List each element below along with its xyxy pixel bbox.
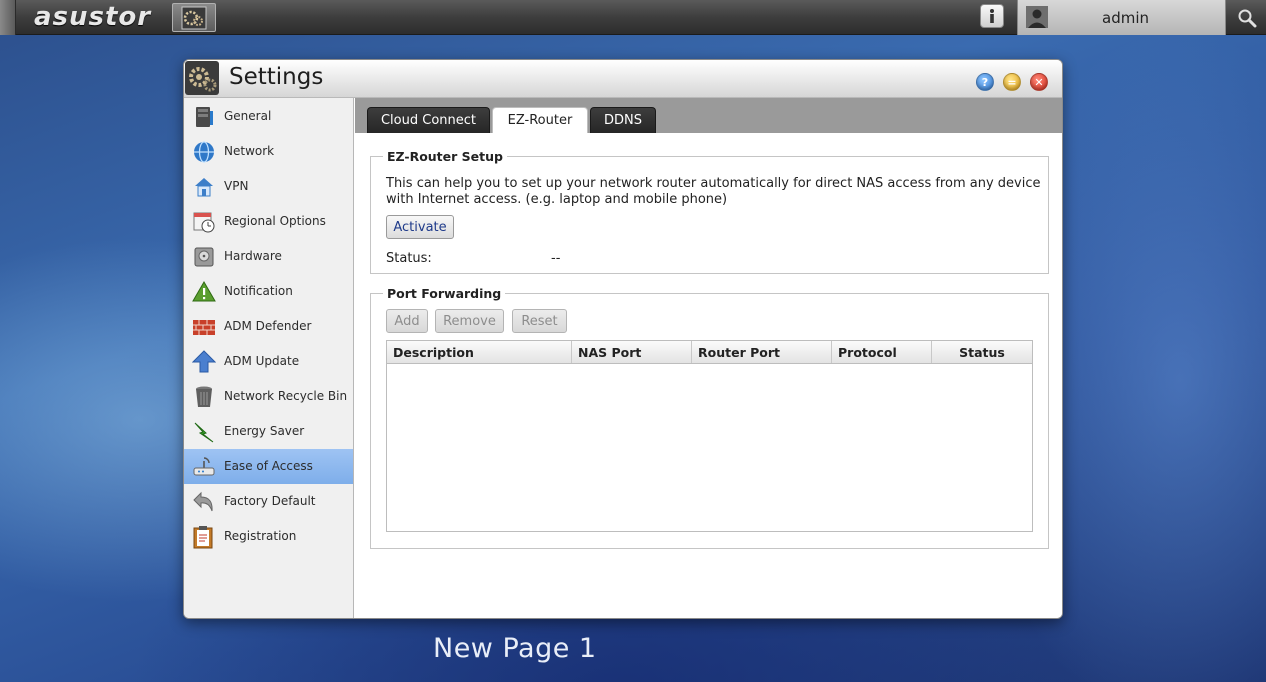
server-icon [196, 107, 213, 127]
sidebar-item-regional-options[interactable]: Regional Options [184, 204, 353, 239]
tab-cloud-connect[interactable]: Cloud Connect [367, 107, 490, 133]
taskbar: asustor admin [0, 0, 1266, 35]
sidebar-item-network[interactable]: Network [184, 134, 353, 169]
sidebar-item-label: Network [224, 144, 275, 158]
sidebar-item-energy-saver[interactable]: Energy Saver [184, 414, 353, 449]
table-header: Description NAS Port Router Port Protoco… [387, 341, 1032, 364]
globe-icon [194, 141, 214, 163]
sidebar-item-label: Notification [224, 284, 293, 298]
activate-button-label: Activate [393, 219, 447, 235]
user-avatar-icon [1024, 4, 1050, 30]
tab-ez-router[interactable]: EZ-Router [492, 107, 588, 133]
port-forwarding-legend: Port Forwarding [383, 286, 506, 301]
minimize-button[interactable]: = [1003, 73, 1021, 91]
calendar-clock-icon [193, 212, 215, 233]
desktop-page-label: New Page 1 [433, 633, 597, 664]
sidebar-item-label: Network Recycle Bin [224, 389, 348, 403]
tab-label: EZ-Router [507, 113, 573, 128]
question-icon: ? [981, 75, 989, 89]
ez-router-setup-legend: EZ-Router Setup [383, 149, 507, 164]
harddisk-icon [194, 247, 214, 267]
port-forwarding-table: Description NAS Port Router Port Protoco… [386, 340, 1033, 532]
sidebar-item-ease-of-access[interactable]: Ease of Access [184, 449, 353, 484]
undo-icon [193, 491, 213, 512]
ez-router-description: This can help you to set up your network… [386, 176, 1041, 207]
tab-ddns[interactable]: DDNS [590, 107, 656, 133]
sidebar-item-label: Energy Saver [224, 424, 305, 438]
vpn-house-icon [195, 178, 213, 197]
minimize-icon: = [1007, 75, 1017, 89]
sidebar-item-adm-defender[interactable]: ADM Defender [184, 309, 353, 344]
clipboard-icon [193, 526, 213, 549]
sidebar-item-vpn[interactable]: VPN [184, 169, 353, 204]
sidebar-item-label: Ease of Access [224, 459, 313, 473]
sidebar-item-notification[interactable]: Notification [184, 274, 353, 309]
username-label: admin [1102, 9, 1149, 27]
sidebar-item-registration[interactable]: Registration [184, 519, 353, 554]
column-header-label: Description [393, 344, 474, 360]
sidebar-item-label: VPN [224, 179, 249, 193]
settings-gear-icon [185, 61, 219, 95]
close-button[interactable]: ✕ [1030, 73, 1048, 91]
settings-app-button[interactable] [172, 3, 216, 32]
sidebar-item-label: Hardware [224, 249, 282, 263]
user-menu[interactable]: admin [1017, 0, 1226, 35]
search-button[interactable] [1228, 0, 1266, 35]
update-arrow-icon [192, 350, 216, 373]
close-icon: ✕ [1034, 75, 1044, 89]
sidebar-item-label: Factory Default [224, 494, 316, 508]
sidebar-item-hardware[interactable]: Hardware [184, 239, 353, 274]
tab-label: DDNS [604, 113, 642, 128]
column-header-nas-port[interactable]: NAS Port [572, 341, 692, 363]
tab-strip: Cloud Connect EZ-Router DDNS [355, 98, 1062, 133]
taskbar-grip[interactable] [0, 0, 16, 35]
sidebar-item-label: ADM Update [224, 354, 300, 368]
sidebar-item-factory-default[interactable]: Factory Default [184, 484, 353, 519]
firewall-icon [193, 320, 215, 335]
sidebar-item-general[interactable]: General [184, 99, 353, 134]
remove-button[interactable]: Remove [435, 309, 504, 333]
table-body [387, 364, 1032, 531]
settings-content: Cloud Connect EZ-Router DDNS EZ-Router S… [355, 98, 1062, 618]
remove-button-label: Remove [443, 313, 496, 329]
add-button[interactable]: Add [386, 309, 428, 333]
help-button[interactable]: ? [976, 73, 994, 91]
energy-icon [194, 422, 214, 443]
activate-button[interactable]: Activate [386, 215, 454, 239]
window-titlebar[interactable]: Settings ? = ✕ [184, 60, 1062, 98]
sidebar-item-label: Registration [224, 529, 297, 543]
column-header-protocol[interactable]: Protocol [832, 341, 932, 363]
status-label: Status: [386, 251, 432, 266]
reset-button-label: Reset [521, 313, 558, 329]
info-icon [990, 9, 994, 23]
column-header-label: Status [959, 344, 1005, 360]
trash-icon [196, 386, 212, 407]
gear-icon [181, 6, 207, 29]
column-header-label: Protocol [838, 344, 897, 360]
column-header-router-port[interactable]: Router Port [692, 341, 832, 363]
asustor-logo: asustor [34, 2, 152, 32]
sidebar-item-label: General [224, 109, 272, 123]
info-button[interactable] [980, 4, 1004, 28]
settings-sidebar: General Network VPN Regional Options Har… [184, 98, 354, 618]
warning-icon [192, 281, 216, 302]
window-title: Settings [229, 64, 324, 90]
tab-label: Cloud Connect [380, 113, 477, 128]
column-header-status[interactable]: Status [932, 341, 1032, 363]
settings-window: Settings ? = ✕ General Network VPN Regio… [183, 59, 1063, 619]
router-icon [193, 457, 215, 476]
port-forwarding-group: Port Forwarding Add Remove Reset Descrip… [370, 286, 1049, 549]
status-value: -- [551, 251, 561, 266]
add-button-label: Add [394, 313, 420, 329]
sidebar-item-label: Regional Options [224, 214, 326, 228]
sidebar-item-adm-update[interactable]: ADM Update [184, 344, 353, 379]
reset-button[interactable]: Reset [512, 309, 567, 333]
sidebar-item-label: ADM Defender [224, 319, 312, 333]
column-header-description[interactable]: Description [387, 341, 572, 363]
search-icon [1238, 9, 1257, 27]
column-header-label: NAS Port [578, 344, 642, 360]
column-header-label: Router Port [698, 344, 780, 360]
sidebar-item-network-recycle-bin[interactable]: Network Recycle Bin [184, 379, 353, 414]
ez-router-setup-group: EZ-Router Setup This can help you to set… [370, 149, 1049, 274]
